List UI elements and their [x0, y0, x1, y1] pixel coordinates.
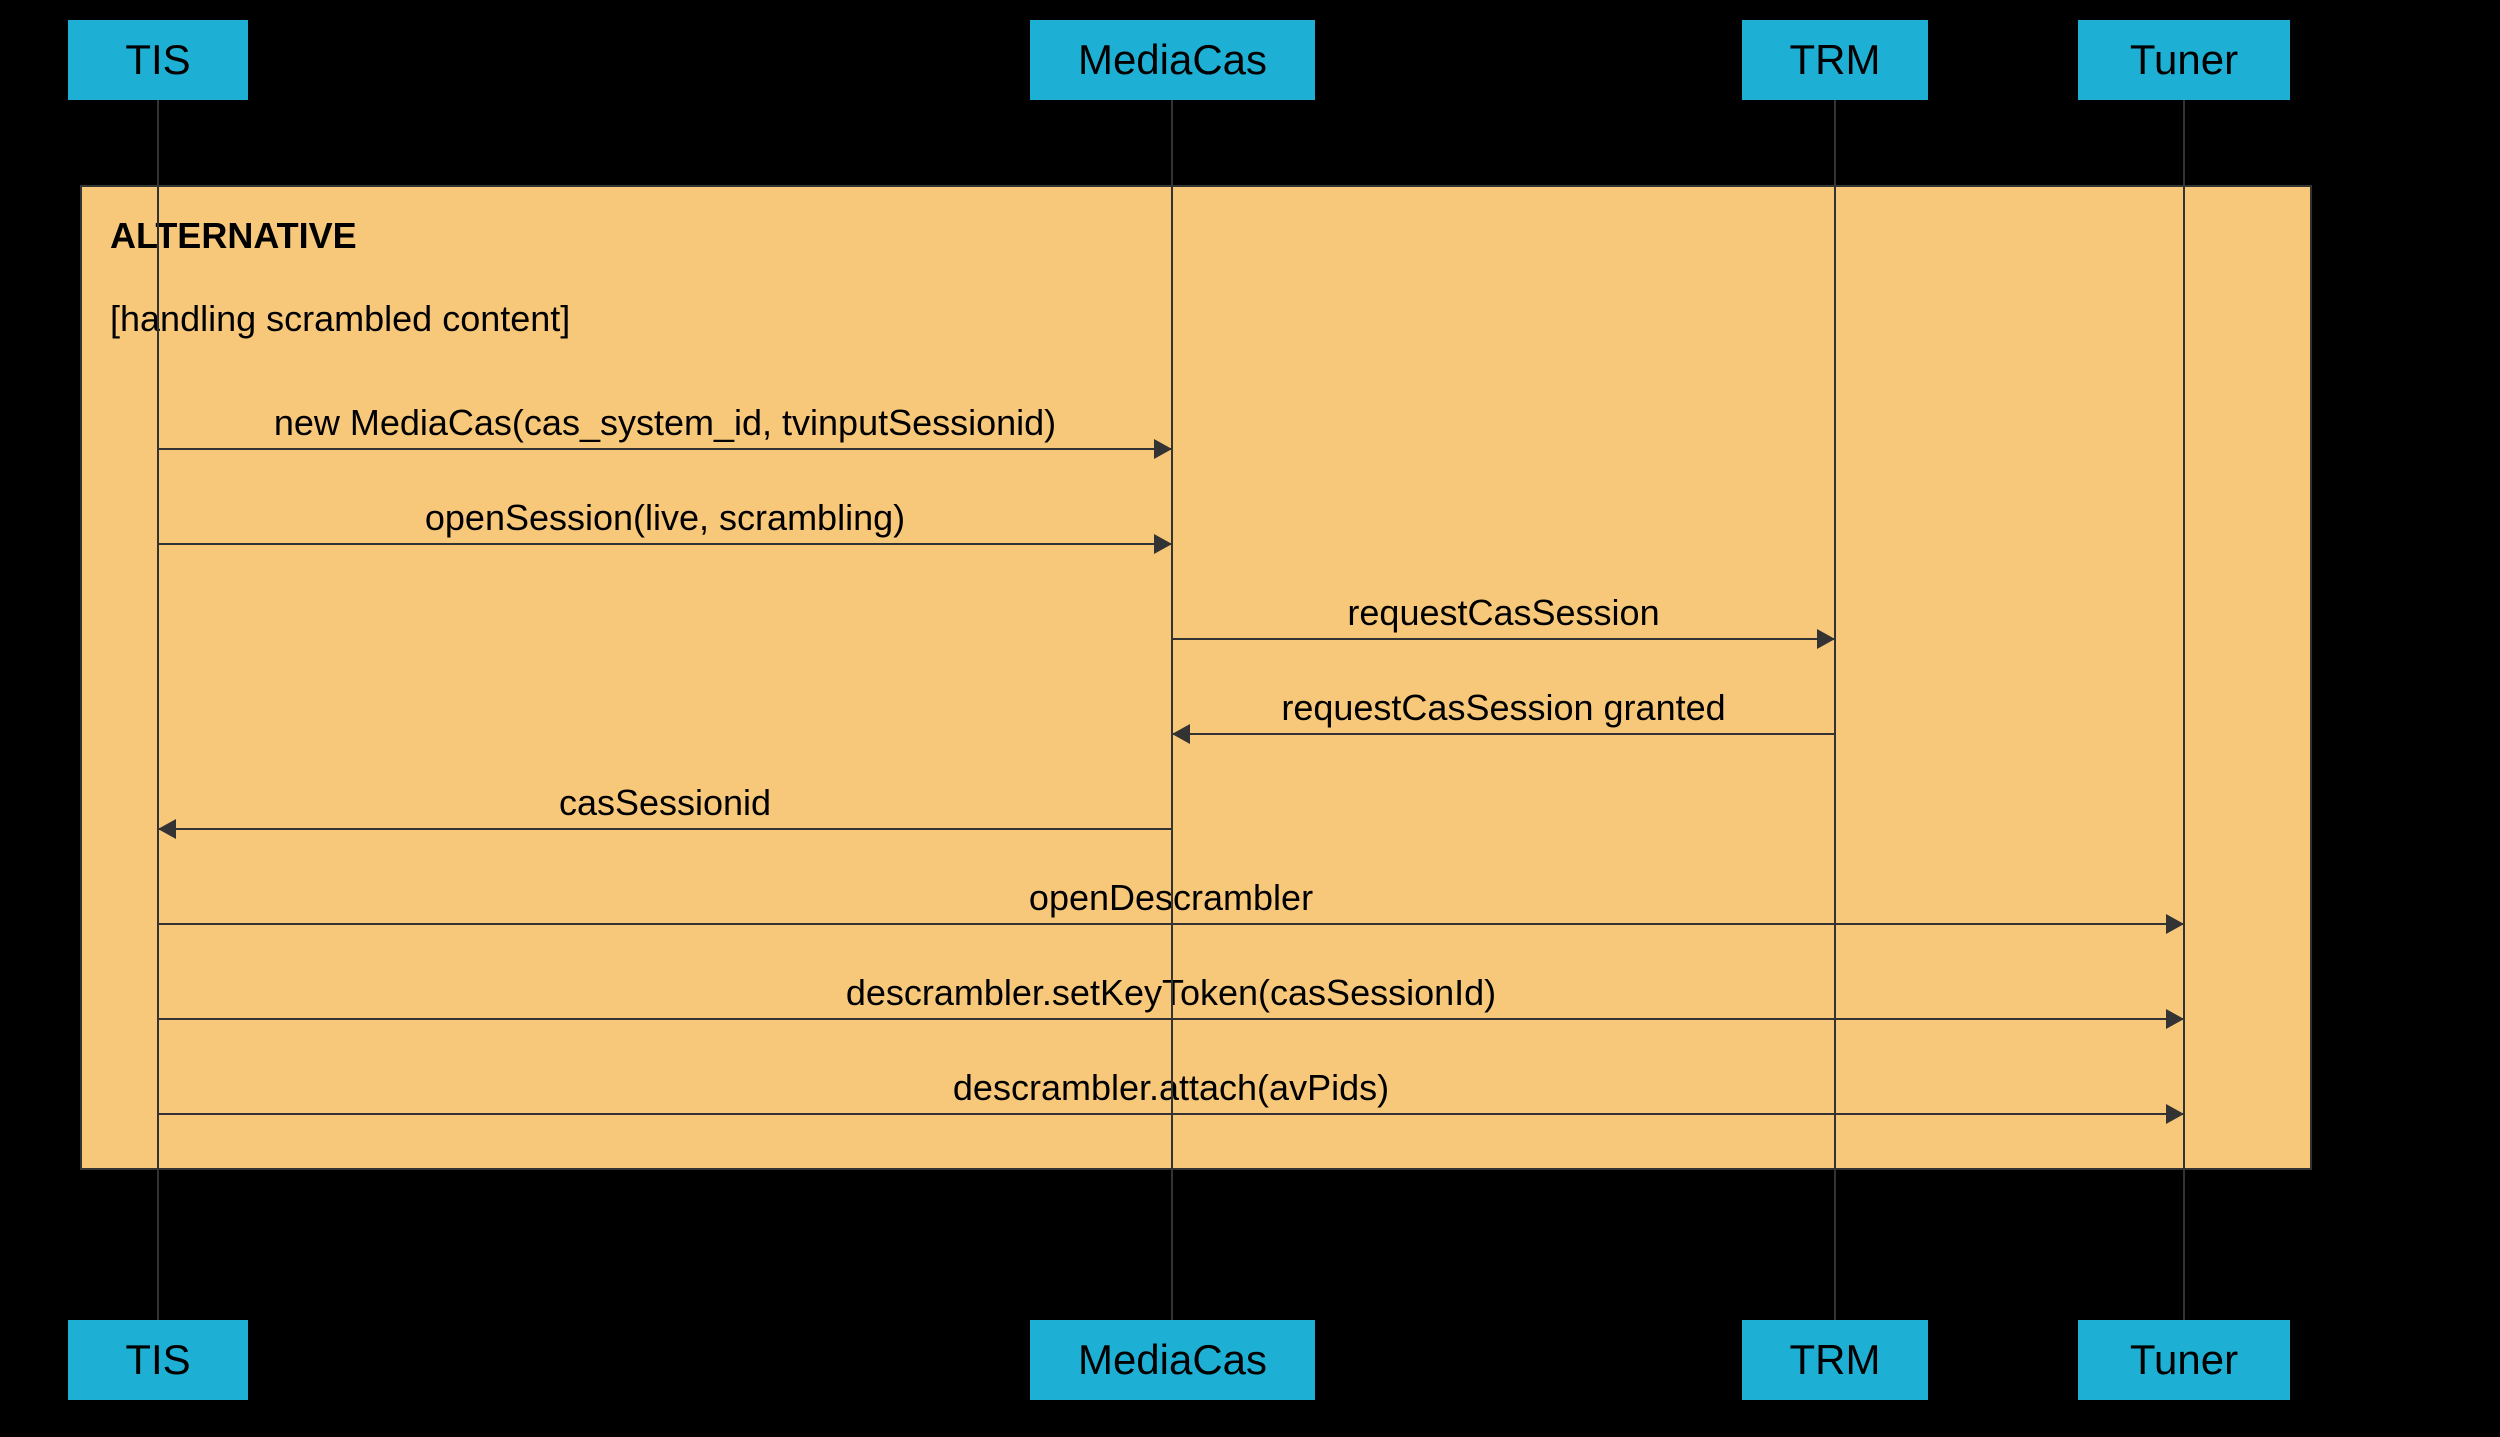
message-label: requestCasSession: [1347, 592, 1659, 634]
message-arrow: [2166, 1104, 2184, 1124]
participant-label: TRM: [1790, 1336, 1881, 1384]
participant-label: MediaCas: [1078, 1336, 1267, 1384]
participant-tis-top: TIS: [68, 20, 248, 100]
message-arrow: [2166, 1009, 2184, 1029]
lifeline-trm-over: [1834, 185, 1836, 1170]
message-line: [1172, 638, 1835, 640]
message-label: requestCasSession granted: [1281, 687, 1725, 729]
participant-mediacas-top: MediaCas: [1030, 20, 1315, 100]
participant-tis-bottom: TIS: [68, 1320, 248, 1400]
participant-mediacas-bottom: MediaCas: [1030, 1320, 1315, 1400]
message-label: casSessionid: [559, 782, 771, 824]
message-arrow: [1154, 534, 1172, 554]
participant-label: TIS: [125, 36, 190, 84]
participant-label: TIS: [125, 1336, 190, 1384]
participant-label: MediaCas: [1078, 36, 1267, 84]
participant-trm-bottom: TRM: [1742, 1320, 1928, 1400]
message-line: [158, 543, 1172, 545]
message-arrow: [1154, 439, 1172, 459]
participant-label: Tuner: [2130, 36, 2238, 84]
lifeline-tuner-over: [2183, 185, 2185, 1170]
message-arrow: [1817, 629, 1835, 649]
lifeline-mediacas-over: [1171, 185, 1173, 1170]
message-label: openSession(live, scrambling): [425, 497, 905, 539]
participant-label: Tuner: [2130, 1336, 2238, 1384]
message-label: new MediaCas(cas_system_id, tvinputSessi…: [274, 402, 1056, 444]
lifeline-tis-over: [157, 185, 159, 1170]
participant-trm-top: TRM: [1742, 20, 1928, 100]
message-arrow: [1172, 724, 1190, 744]
participant-tuner-top: Tuner: [2078, 20, 2290, 100]
participant-label: TRM: [1790, 36, 1881, 84]
message-line: [158, 448, 1172, 450]
alt-condition: [handling scrambled content]: [110, 298, 570, 340]
message-line: [158, 828, 1172, 830]
participant-tuner-bottom: Tuner: [2078, 1320, 2290, 1400]
alt-label: ALTERNATIVE: [110, 215, 357, 257]
message-line: [1172, 733, 1835, 735]
message-arrow: [2166, 914, 2184, 934]
message-arrow: [158, 819, 176, 839]
